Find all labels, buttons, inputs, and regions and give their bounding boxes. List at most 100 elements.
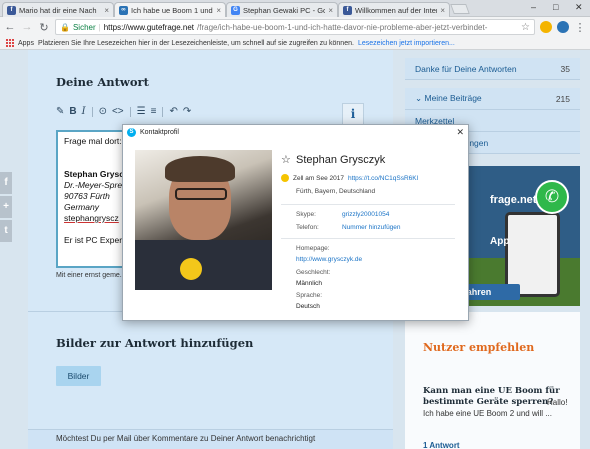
ad-app-label: App bbox=[490, 236, 510, 247]
language-label: Sprache: bbox=[296, 292, 323, 299]
reload-icon[interactable]: ↻ bbox=[38, 21, 50, 34]
tab-close-icon[interactable]: × bbox=[328, 6, 333, 15]
forward-arrow-icon[interactable]: → bbox=[21, 21, 33, 33]
secure-label: Sicher bbox=[72, 22, 96, 32]
sidebar-item-thanks[interactable]: Danke für Deine Antworten 35 bbox=[405, 58, 580, 80]
language-value: Deutsch bbox=[296, 303, 320, 310]
facebook-icon: f bbox=[7, 5, 16, 15]
mood-icon bbox=[281, 174, 289, 182]
minimize-button[interactable]: – bbox=[531, 2, 536, 12]
quote-button[interactable]: ⊙ bbox=[99, 106, 107, 117]
recommend-title: Nutzer empfehlen bbox=[423, 341, 535, 354]
images-title: Bilder zur Antwort hinzufügen bbox=[56, 336, 254, 350]
gutefrage-icon: ∞ bbox=[119, 5, 128, 15]
tab-close-icon[interactable]: × bbox=[104, 6, 109, 15]
favorite-star-icon[interactable]: ☆ bbox=[281, 153, 291, 166]
mood-message: Zell am See 2017 https://t.co/NC1qSsR6Kl bbox=[281, 174, 418, 182]
edit-icon[interactable]: ✎ bbox=[56, 106, 64, 117]
question-link[interactable]: Hallo! bbox=[547, 397, 567, 408]
address-bar: ← → ↻ 🔒 Sicher | https://www.gutefrage.n… bbox=[0, 17, 590, 37]
twitter-share-icon[interactable]: t bbox=[0, 220, 12, 242]
bookmark-star-icon[interactable]: ☆ bbox=[521, 22, 530, 33]
tab-label: Stephan Gewaki PC - Go bbox=[243, 5, 326, 15]
sidebar-item-count: 35 bbox=[560, 63, 570, 74]
code-button[interactable]: <> bbox=[112, 106, 124, 117]
undo-button[interactable]: ↶ bbox=[169, 106, 177, 117]
url-host: https://www.gutefrage.net bbox=[103, 22, 195, 32]
apps-icon[interactable] bbox=[6, 39, 14, 47]
skype-id[interactable]: grizzly20001054 bbox=[342, 211, 389, 218]
photo-flower bbox=[180, 258, 202, 280]
bookmarks-hint: Platzieren Sie Ihre Lesezeichen hier in … bbox=[37, 39, 354, 47]
question-excerpt: Hallo! Ich habe eine UE Boom 2 und will … bbox=[423, 398, 578, 419]
gender-value: Männlich bbox=[296, 280, 323, 287]
toolbar-divider bbox=[91, 106, 93, 117]
info-button[interactable]: i bbox=[342, 103, 364, 125]
dialog-title: Kontaktprofil bbox=[140, 128, 179, 136]
bold-button[interactable]: B bbox=[69, 106, 76, 117]
contact-location: Fürth, Bayern, Deutschland bbox=[296, 188, 376, 195]
tab-label: Ich habe ue Boom 1 und bbox=[131, 5, 213, 15]
new-tab-button[interactable] bbox=[450, 4, 470, 14]
toolbar-divider bbox=[129, 106, 131, 117]
sidebar-item-label: Danke für Deine Antworten bbox=[415, 63, 517, 74]
close-icon[interactable]: ✕ bbox=[456, 127, 464, 138]
tab-google-search[interactable]: G Stephan Gewaki PC - Go × bbox=[226, 2, 338, 17]
editor-toolbar: ✎ B I ⊙ <> ☰ ≡ ↶ ↷ bbox=[56, 106, 191, 117]
close-window-button[interactable]: ✕ bbox=[575, 2, 583, 13]
lock-icon: 🔒 bbox=[60, 22, 70, 32]
tab-label: Mario hat dir eine Nach bbox=[19, 5, 97, 15]
omnibox-separator: | bbox=[98, 22, 101, 32]
mood-link[interactable]: https://t.co/NC1qSsR6Kl bbox=[348, 175, 418, 182]
divider bbox=[281, 204, 455, 205]
extension-icon[interactable] bbox=[540, 21, 552, 33]
add-images-button[interactable]: Bilder bbox=[56, 366, 101, 386]
import-bookmarks-link[interactable]: Lesezeichen jetzt importieren... bbox=[358, 40, 455, 47]
tab-gutefrage[interactable]: ∞ Ich habe ue Boom 1 und × bbox=[114, 2, 226, 17]
sidebar-item-count: 215 bbox=[555, 93, 570, 104]
facebook-icon: f bbox=[343, 5, 352, 15]
toolbar-divider bbox=[162, 106, 164, 117]
tab-strip: f Mario hat dir eine Nach × ∞ Ich habe u… bbox=[0, 0, 590, 17]
mail-notify-text: Möchtest Du per Mail über Kommentare zu … bbox=[56, 434, 316, 443]
tab-close-icon[interactable]: × bbox=[216, 6, 221, 15]
maximize-button[interactable]: □ bbox=[553, 2, 558, 12]
tab-close-icon[interactable]: × bbox=[440, 6, 445, 15]
redo-button[interactable]: ↷ bbox=[183, 106, 191, 117]
menu-icon[interactable]: ⋮ bbox=[574, 21, 586, 34]
url-path: /frage/ich-habe-ue-boom-1-und-ich-hatte-… bbox=[197, 22, 488, 32]
mood-text: Zell am See 2017 bbox=[293, 174, 344, 182]
bullet-list-button[interactable]: ☰ bbox=[137, 106, 146, 117]
tab-facebook-welcome[interactable]: f Willkommen auf der Inter × bbox=[338, 2, 450, 17]
contact-profile-dialog: S Kontaktprofil ✕ ☆ Stephan Grysczyk Zel… bbox=[122, 124, 469, 321]
extension-icon[interactable] bbox=[557, 21, 569, 33]
facebook-share-icon[interactable]: f bbox=[0, 172, 12, 194]
whatsapp-icon: ✆ bbox=[535, 180, 569, 214]
answer-count[interactable]: 1 Antwort bbox=[423, 441, 460, 449]
googleplus-share-icon[interactable]: + bbox=[0, 196, 12, 218]
sidebar-item-posts[interactable]: ⌄ Meine Beiträge 215 bbox=[405, 88, 580, 110]
photo-hair bbox=[165, 156, 235, 182]
homepage-link[interactable]: http://www.grysczyk.de bbox=[296, 256, 362, 263]
add-number-link[interactable]: Nummer hinzufügen bbox=[342, 224, 401, 231]
sidebar-item-label: ⌄ Meine Beiträge bbox=[415, 93, 482, 103]
skype-icon: S bbox=[127, 127, 136, 137]
url-input[interactable]: 🔒 Sicher | https://www.gutefrage.net/fra… bbox=[55, 19, 535, 35]
skype-label: Skype: bbox=[296, 211, 316, 218]
numbered-list-button[interactable]: ≡ bbox=[151, 106, 157, 117]
google-icon: G bbox=[231, 5, 240, 15]
italic-button[interactable]: I bbox=[82, 106, 86, 117]
apps-label[interactable]: Apps bbox=[18, 40, 34, 47]
answer-title: Deine Antwort bbox=[56, 75, 149, 89]
tab-facebook-message[interactable]: f Mario hat dir eine Nach × bbox=[2, 2, 114, 17]
photo-shirt bbox=[135, 240, 272, 290]
ad-brand: frage.net bbox=[490, 194, 537, 206]
tab-label: Willkommen auf der Inter bbox=[355, 5, 438, 15]
divider bbox=[281, 238, 455, 239]
question-body: Ich habe eine UE Boom 2 und will ... bbox=[423, 409, 552, 418]
profile-photo bbox=[135, 150, 272, 290]
gender-label: Geschlecht: bbox=[296, 269, 331, 276]
contact-name: Stephan Grysczyk bbox=[296, 154, 386, 166]
back-arrow-icon[interactable]: ← bbox=[4, 21, 16, 33]
bookmarks-bar: Apps Platzieren Sie Ihre Lesezeichen hie… bbox=[0, 37, 590, 50]
